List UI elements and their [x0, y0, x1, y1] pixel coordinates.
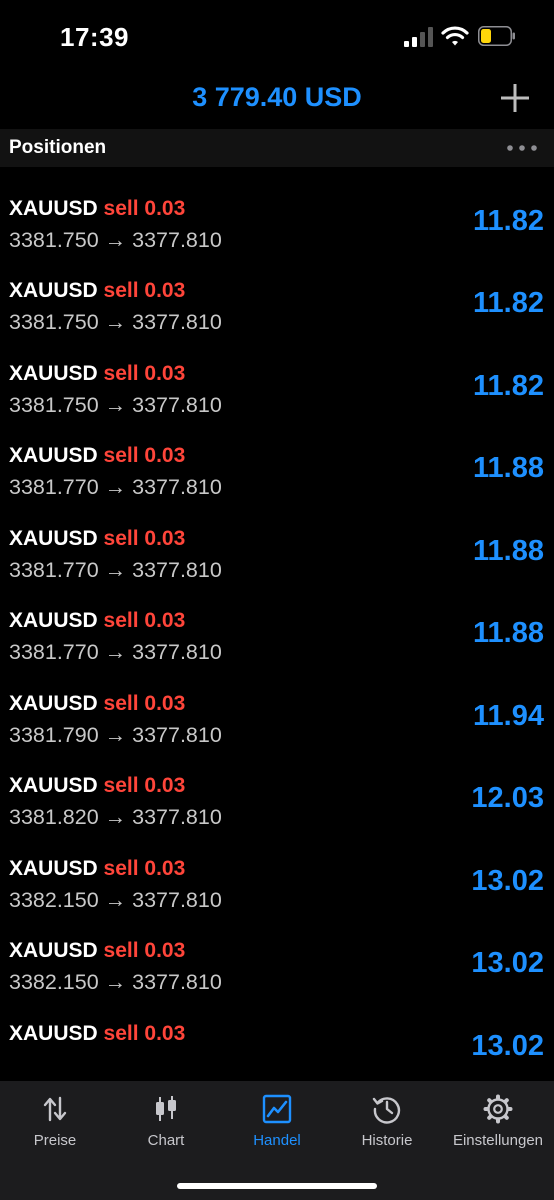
position-row[interactable]: XAUUSD sell 0.03 3381.750 → 3377.810 11.82	[0, 180, 554, 263]
position-side-volume: sell 0.03	[103, 856, 186, 880]
position-profit: 11.94	[473, 699, 544, 732]
position-symbol: XAUUSD	[9, 526, 98, 550]
position-profit: 11.88	[473, 452, 544, 484]
position-profit: 13.02	[471, 864, 544, 897]
position-title: XAUUSD sell 0.03	[9, 692, 185, 716]
positions-list[interactable]: XAUUSD sell 0.033381.760 → 3377.81011.85…	[0, 167, 554, 1081]
position-side-volume: sell 0.03	[103, 444, 186, 467]
plus-icon[interactable]	[499, 82, 531, 114]
position-profit: 11.88	[473, 617, 544, 649]
position-title: XAUUSD sell 0.03	[9, 527, 185, 551]
position-symbol: XAUUSD	[9, 279, 98, 302]
tab-label: Einstellungen	[452, 1132, 544, 1149]
position-profit: 11.82	[473, 204, 544, 237]
position-side-volume: sell 0.03	[103, 691, 186, 715]
position-prices: 3381.770 → 3377.810	[9, 557, 222, 582]
position-side-volume: sell 0.03	[103, 526, 186, 550]
position-title: XAUUSD sell 0.03	[9, 197, 185, 221]
position-prices: 3381.770 → 3377.810	[9, 475, 222, 499]
position-side-volume: sell 0.03	[103, 361, 186, 385]
trade-chart-icon	[262, 1094, 292, 1124]
position-profit: 13.02	[471, 947, 544, 979]
position-profit: 11.88	[473, 534, 544, 567]
position-row[interactable]: XAUUSD sell 0.03 3381.770 → 3377.810 11.88	[0, 592, 554, 675]
position-row[interactable]: XAUUSD sell 0.03 3382.150 → 3377.810 13.02	[0, 922, 554, 1005]
position-row[interactable]: XAUUSD sell 0.033381.760 → 3377.81011.85	[0, 167, 554, 180]
position-row[interactable]: XAUUSD sell 0.03 3381.750 → 3377.810 11.82	[0, 262, 554, 345]
tab-handel[interactable]: Handel	[222, 1081, 332, 1161]
position-symbol: XAUUSD	[9, 444, 98, 467]
position-row[interactable]: XAUUSD sell 0.03 3381.820 → 3377.810 12.03	[0, 757, 554, 840]
positions-list-content: XAUUSD sell 0.033381.760 → 3377.81011.85…	[0, 167, 554, 1081]
position-prices: 3381.770 → 3377.810	[9, 640, 222, 664]
position-title: XAUUSD sell 0.03	[9, 939, 185, 963]
tab-historie[interactable]: Historie	[332, 1081, 442, 1161]
cellular-signal-icon	[404, 27, 433, 47]
candlestick-chart-icon	[156, 1096, 176, 1121]
position-symbol: XAUUSD	[9, 691, 98, 715]
tab-preise[interactable]: Preise	[0, 1081, 110, 1161]
position-symbol: XAUUSD	[9, 609, 98, 632]
battery-low-icon	[478, 26, 515, 46]
position-title: XAUUSD sell 0.03	[9, 774, 185, 798]
history-clock-icon	[372, 1097, 401, 1124]
account-header: 3 779.40 USD	[0, 76, 554, 128]
position-title: XAUUSD sell 0.03	[9, 444, 185, 468]
quotes-arrows-icon	[43, 1096, 67, 1122]
position-prices: 3381.760 → 3377.810	[9, 167, 222, 170]
position-symbol: XAUUSD	[9, 939, 98, 962]
position-prices: 3381.790 → 3377.810	[9, 722, 222, 747]
position-title: XAUUSD sell 0.03	[9, 1022, 185, 1046]
position-row[interactable]: XAUUSD sell 0.03 3381.790 → 3377.810 11.94	[0, 675, 554, 758]
position-profit: 11.82	[473, 287, 544, 319]
position-side-volume: sell 0.03	[103, 1021, 186, 1045]
position-profit: 13.02	[471, 1029, 544, 1062]
position-prices: 3382.150 → 3377.810	[9, 970, 222, 994]
position-profit: 11.82	[473, 369, 544, 402]
position-symbol: XAUUSD	[9, 196, 98, 220]
settings-gear-icon	[483, 1094, 513, 1124]
position-side-volume: sell 0.03	[103, 774, 186, 797]
position-title: XAUUSD sell 0.03	[9, 362, 185, 386]
position-prices: 3381.750 → 3377.810	[9, 392, 222, 417]
section-title: Positionen	[9, 137, 107, 158]
position-symbol: XAUUSD	[9, 856, 98, 880]
position-side-volume: sell 0.03	[103, 939, 186, 962]
position-side-volume: sell 0.03	[103, 609, 186, 632]
position-side-volume: sell 0.03	[103, 279, 186, 302]
position-prices: 3381.820 → 3377.810	[9, 805, 222, 829]
position-title: XAUUSD sell 0.03	[9, 609, 185, 633]
tab-chart[interactable]: Chart	[111, 1081, 221, 1161]
position-symbol: XAUUSD	[9, 774, 98, 797]
position-symbol: XAUUSD	[9, 1021, 98, 1045]
position-row[interactable]: XAUUSD sell 0.03 3381.770 → 3377.810 11.88	[0, 427, 554, 510]
position-row[interactable]: XAUUSD sell 0.03 13.02	[0, 1005, 554, 1082]
positions-section-header: Positionen	[0, 129, 554, 167]
position-row[interactable]: XAUUSD sell 0.03 3381.750 → 3377.810 11.82	[0, 345, 554, 428]
position-prices: 3382.150 → 3377.810	[9, 887, 222, 912]
position-prices: 3381.750 → 3377.810	[9, 310, 222, 334]
home-indicator	[177, 1183, 377, 1189]
position-symbol: XAUUSD	[9, 361, 98, 385]
position-row[interactable]: XAUUSD sell 0.03 3381.770 → 3377.810 11.88	[0, 510, 554, 593]
position-title: XAUUSD sell 0.03	[9, 857, 185, 881]
position-prices: 3381.750 → 3377.810	[9, 227, 222, 252]
account-balance: 3 779.40 USD	[192, 82, 362, 112]
status-bar: 17:39	[0, 0, 554, 76]
tab-einstellungen[interactable]: Einstellungen	[443, 1081, 553, 1161]
position-side-volume: sell 0.03	[103, 196, 186, 220]
more-dots-icon[interactable]	[505, 138, 539, 158]
status-time: 17:39	[60, 22, 129, 52]
wifi-icon	[441, 26, 469, 46]
position-title: XAUUSD sell 0.03	[9, 279, 185, 303]
position-profit: 12.03	[471, 782, 544, 814]
position-row[interactable]: XAUUSD sell 0.03 3382.150 → 3377.810 13.02	[0, 840, 554, 923]
